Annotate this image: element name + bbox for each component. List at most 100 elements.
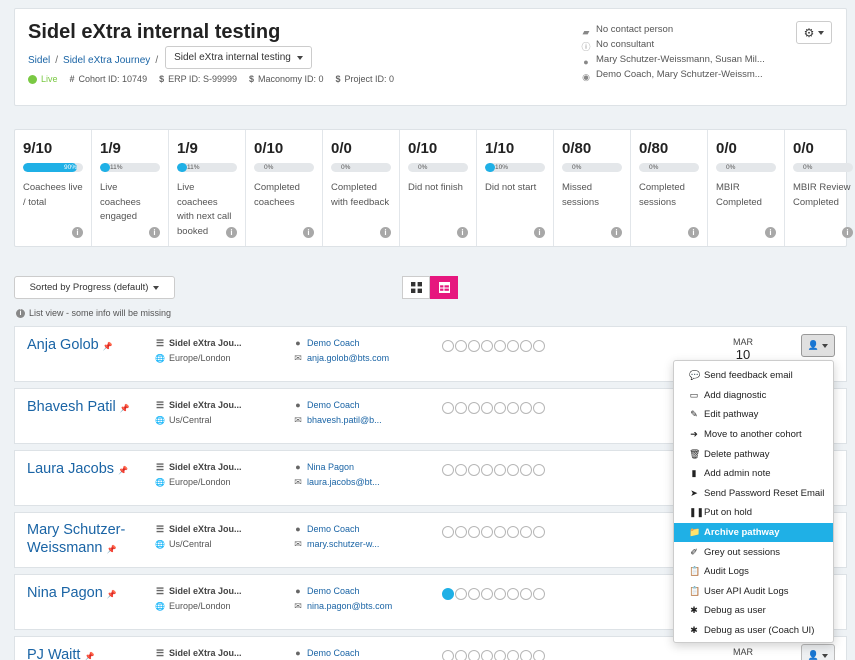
- stat-percent: 0%: [649, 164, 659, 171]
- stat-label: Did not start: [485, 182, 537, 193]
- stat-card: 0/10 0% Did not finish i: [400, 130, 477, 246]
- session-circle: [494, 340, 506, 352]
- session-circle: [481, 526, 493, 538]
- info-icon[interactable]: i: [842, 227, 853, 238]
- info-icon[interactable]: i: [72, 227, 83, 238]
- coachee-name-link[interactable]: Anja Golob 📌: [27, 336, 147, 356]
- coach-line[interactable]: ● Nina Pagon: [293, 460, 380, 475]
- info-icon[interactable]: i: [226, 227, 237, 238]
- session-circle: [507, 526, 519, 538]
- pin-icon[interactable]: 📌: [84, 652, 94, 660]
- page-title: Sidel eXtra internal testing: [28, 21, 281, 43]
- menu-item[interactable]: ❚❚ Put on hold: [674, 503, 833, 523]
- caret-down-icon: [822, 343, 829, 348]
- user-actions-button[interactable]: 👤: [801, 644, 835, 660]
- session-progress: [442, 526, 545, 538]
- menu-item[interactable]: 📋 Audit Logs: [674, 562, 833, 582]
- menu-item[interactable]: 📁 Archive pathway: [674, 522, 833, 543]
- journey-name: Sidel eXtra Jou...: [169, 586, 242, 596]
- menu-item[interactable]: 📋 User API Audit Logs: [674, 582, 833, 602]
- coach-line[interactable]: ● Demo Coach: [293, 522, 379, 537]
- stat-value: 0/80: [639, 140, 669, 157]
- coachee-journey-info: ☰ Sidel eXtra Jou... 🌐 Europe/London: [155, 460, 242, 490]
- coachee-name-link[interactable]: Nina Pagon 📌: [27, 584, 147, 604]
- info-icon[interactable]: i: [611, 227, 622, 238]
- pin-icon[interactable]: 📌: [118, 466, 128, 475]
- pin-icon[interactable]: 📌: [120, 404, 130, 413]
- pin-icon[interactable]: 📌: [106, 545, 116, 554]
- next-session-date: MAR 10: [728, 337, 758, 362]
- menu-item[interactable]: 💬 Send feedback email: [674, 366, 833, 386]
- stat-value: 0/80: [562, 140, 592, 157]
- coach-line[interactable]: ● Demo Coach: [293, 646, 359, 660]
- info-icon[interactable]: i: [303, 227, 314, 238]
- email-line[interactable]: ✉ bhavesh.patil@b...: [293, 413, 382, 428]
- session-progress: [442, 588, 545, 600]
- menu-item[interactable]: ✱ Debug as user (Coach UI): [674, 621, 833, 641]
- stat-card: 1/9 11% Live coachees with next call booke…: [169, 130, 246, 246]
- info-icon[interactable]: i: [457, 227, 468, 238]
- coach-name: Nina Pagon: [307, 462, 355, 472]
- menu-item[interactable]: ✐ Grey out sessions: [674, 542, 833, 562]
- email-line[interactable]: ✉ mary.schutzer-w...: [293, 537, 379, 552]
- coachee-name-link[interactable]: Bhavesh Patil 📌: [27, 398, 147, 418]
- journey-name: Sidel eXtra Jou...: [169, 648, 242, 658]
- settings-dropdown-button[interactable]: ⚙: [796, 21, 832, 44]
- project-id: Project ID: 0: [344, 74, 395, 84]
- menu-item[interactable]: ➔ Move to another cohort: [674, 425, 833, 445]
- breadcrumb-journey[interactable]: Sidel eXtra Journey: [63, 55, 150, 66]
- coach-name: Demo Coach: [307, 400, 360, 410]
- email-line[interactable]: ✉ nina.pagon@bts.com: [293, 599, 392, 614]
- stat-card: 0/80 0% Missed sessions i: [554, 130, 631, 246]
- dollar-icon: $: [159, 74, 165, 84]
- pin-icon[interactable]: 📌: [103, 342, 113, 351]
- grid-view-button[interactable]: [402, 276, 430, 299]
- menu-item-label: Debug as user (Coach UI): [704, 625, 815, 637]
- coach-line[interactable]: ● Demo Coach: [293, 398, 382, 413]
- coachee-name: Laura Jacobs: [27, 461, 115, 477]
- menu-item[interactable]: ▮ Add admin note: [674, 464, 833, 484]
- coach-line[interactable]: ● Demo Coach: [293, 584, 392, 599]
- user-actions-button[interactable]: 👤: [801, 334, 835, 357]
- coach-line[interactable]: ● Demo Coach: [293, 336, 389, 351]
- menu-item[interactable]: 🗑 Delete pathway: [674, 444, 833, 464]
- stat-percent: 0%: [418, 164, 428, 171]
- coachee-name-link[interactable]: Laura Jacobs 📌: [27, 460, 147, 480]
- breadcrumb-separator: /: [155, 55, 159, 66]
- menu-item[interactable]: ➤ Send Password Reset Email: [674, 484, 833, 504]
- session-circle: [442, 526, 454, 538]
- session-progress: [442, 340, 545, 352]
- session-circle: [468, 650, 480, 660]
- info-circle-icon: ⓘ: [581, 41, 591, 52]
- cohort-select-dropdown[interactable]: Sidel eXtra internal testing: [165, 46, 312, 69]
- coachee-name-link[interactable]: Mary Schutzer-Weissmann 📌: [27, 521, 147, 559]
- menu-item[interactable]: ▭ Add diagnostic: [674, 386, 833, 406]
- consultant: No consultant: [596, 39, 655, 50]
- info-icon[interactable]: i: [688, 227, 699, 238]
- email-line[interactable]: ✉ laura.jacobs@bt...: [293, 475, 379, 490]
- coachee-journey-info: ☰ Sidel eXtra Jou... 🌐 Europe/London: [155, 584, 242, 614]
- menu-item[interactable]: ✱ Debug as user: [674, 601, 833, 621]
- email-line[interactable]: ✉ anja.golob@bts.com: [293, 351, 389, 366]
- info-icon[interactable]: i: [765, 227, 776, 238]
- breadcrumb-client[interactable]: Sidel: [28, 55, 50, 66]
- stat-progress-fill: [100, 163, 110, 172]
- coachee-email: bhavesh.patil@b...: [307, 415, 382, 425]
- timezone: Europe/London: [169, 477, 231, 487]
- coachee-name-link[interactable]: PJ Waitt 📌: [27, 646, 147, 660]
- edit-icon: ✎: [690, 409, 698, 420]
- info-icon[interactable]: i: [534, 227, 545, 238]
- info-icon[interactable]: i: [380, 227, 391, 238]
- stat-percent: 0%: [572, 164, 582, 171]
- menu-item[interactable]: ✎ Edit pathway: [674, 405, 833, 425]
- session-circle: [455, 526, 467, 538]
- menu-item-label: Add diagnostic: [704, 389, 767, 401]
- list-view-button[interactable]: [430, 276, 458, 299]
- sort-dropdown[interactable]: Sorted by Progress (default): [14, 276, 175, 299]
- info-icon[interactable]: i: [149, 227, 160, 238]
- session-circle: [481, 340, 493, 352]
- list-icon: ☰: [155, 400, 165, 410]
- pin-icon[interactable]: 📌: [107, 590, 117, 599]
- menu-item-label: Audit Logs: [704, 566, 749, 578]
- date-month: MAR: [733, 647, 753, 657]
